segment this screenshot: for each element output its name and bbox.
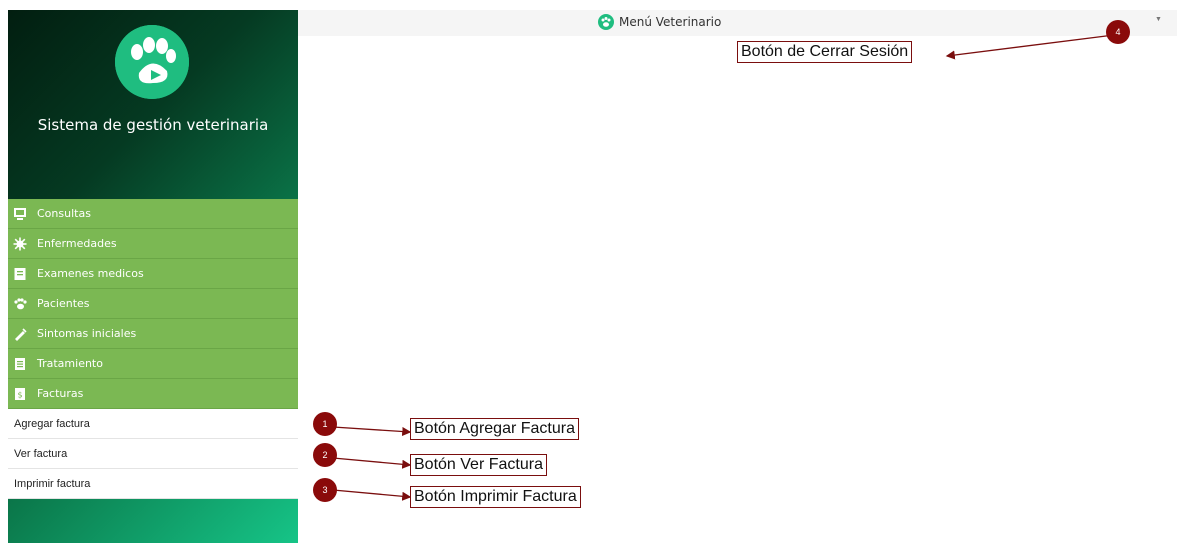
annotation-marker-1: 1 (313, 412, 337, 436)
annotation-label-1: Botón Agregar Factura (410, 418, 579, 440)
annotation-label-3: Botón Imprimir Factura (410, 486, 581, 508)
annotation-marker-2: 2 (313, 443, 337, 467)
annotation-arrows (332, 34, 1115, 501)
annotation-label-4: Botón de Cerrar Sesión (737, 41, 913, 63)
annotation-marker-3: 3 (313, 478, 337, 502)
annotation-marker-4: 4 (1106, 20, 1130, 44)
annotation-label-2: Botón Ver Factura (410, 454, 547, 476)
